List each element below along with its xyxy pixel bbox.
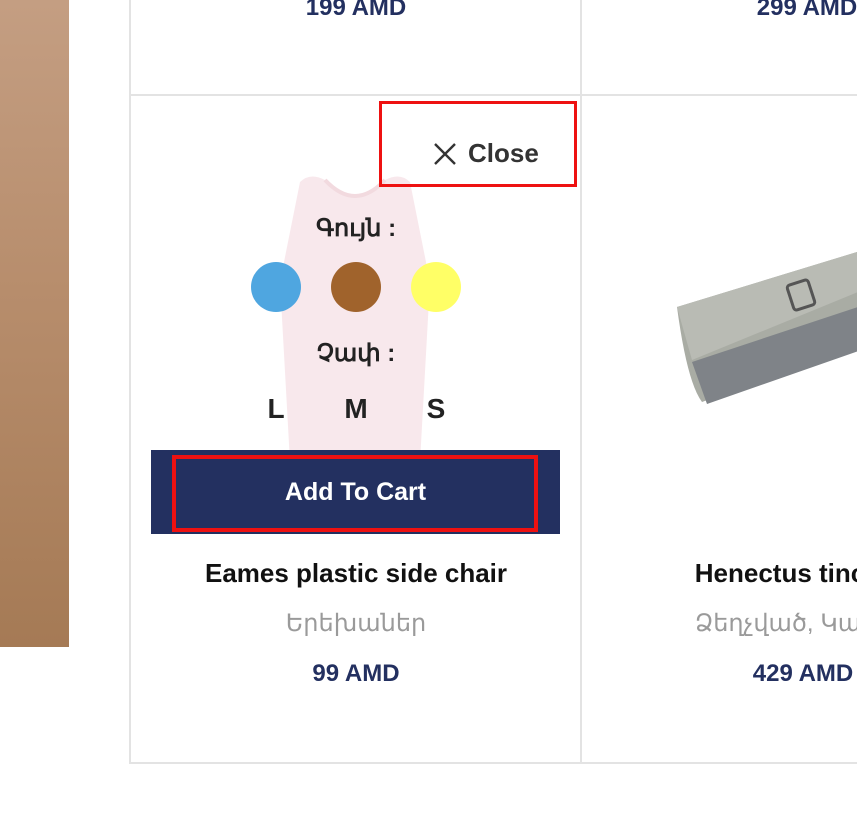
grid-divider-horizontal (131, 94, 857, 96)
color-swatch-brown[interactable] (331, 262, 381, 312)
product-price: 199 AMD (305, 0, 407, 21)
product-name[interactable]: Henectus tinc (695, 558, 857, 589)
product-price: 299 AMD (756, 0, 857, 21)
grid-divider-vertical (580, 0, 582, 762)
product-category[interactable]: Երեխաներ (286, 609, 427, 638)
size-option-label: Չափ : (316, 340, 396, 367)
size-option-s[interactable]: S (427, 393, 446, 425)
product-name[interactable]: Eames plastic side chair (205, 558, 507, 589)
product-category[interactable]: Ձեղչված, Կա (695, 609, 857, 638)
color-swatch-yellow[interactable] (411, 262, 461, 312)
product-price: 429 AMD (752, 660, 854, 687)
product-image-wallet (677, 252, 857, 404)
color-option-label: Գույն : (315, 215, 397, 242)
product-price: 99 AMD (312, 660, 400, 687)
highlight-box-add-to-cart (172, 455, 538, 532)
size-option-m[interactable]: M (344, 393, 367, 425)
size-option-l[interactable]: L (267, 393, 284, 425)
color-swatch-blue[interactable] (251, 262, 301, 312)
side-product-image (0, 0, 69, 647)
highlight-box-close (379, 101, 577, 187)
